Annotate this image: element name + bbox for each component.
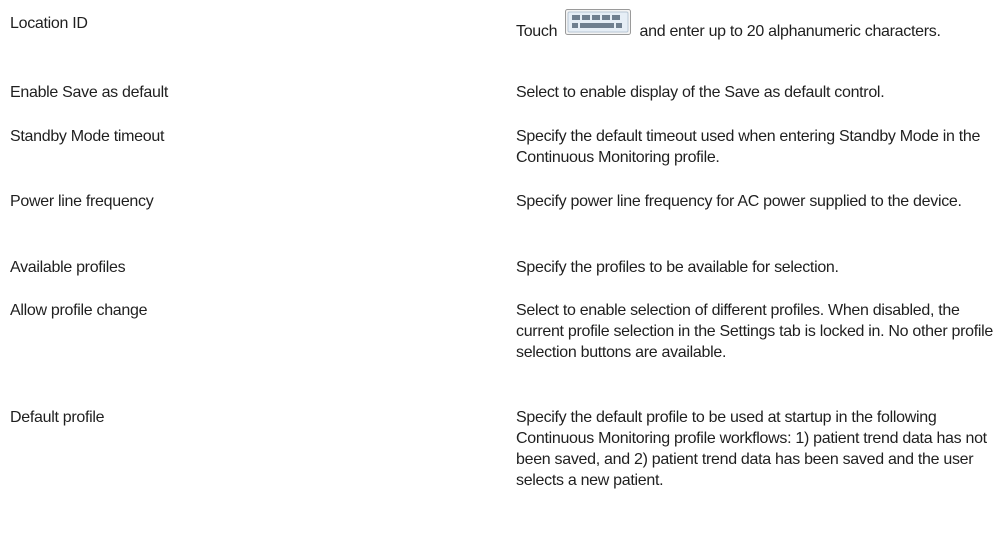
setting-name: Enable Save as default [10,84,168,101]
description-prefix: Touch [516,23,558,40]
setting-name: Default profile [10,409,105,426]
setting-description: Select to enable selection of different … [516,302,994,361]
setting-name: Power line frequency [10,193,154,210]
setting-name: Location ID [10,15,88,32]
setting-description: Specify the default profile to be used a… [516,409,987,489]
keyboard-icon [565,9,632,35]
setting-description: Specify the profiles to be available for… [516,259,839,276]
setting-description: Specify the default timeout used when en… [516,128,981,166]
setting-name: Allow profile change [10,302,148,319]
description-suffix: and enter up to 20 alphanumeric characte… [639,23,941,40]
setting-name: Available profiles [10,259,126,276]
setting-name: Standby Mode timeout [10,128,165,145]
setting-description: Touch and enter up to 20 alphanumeric ch… [516,9,1002,42]
setting-description: Select to enable display of the Save as … [516,84,885,101]
settings-description-table: Location ID Touch and enter up to 20 alp… [0,0,1008,554]
setting-description: Specify power line frequency for AC powe… [516,193,962,210]
